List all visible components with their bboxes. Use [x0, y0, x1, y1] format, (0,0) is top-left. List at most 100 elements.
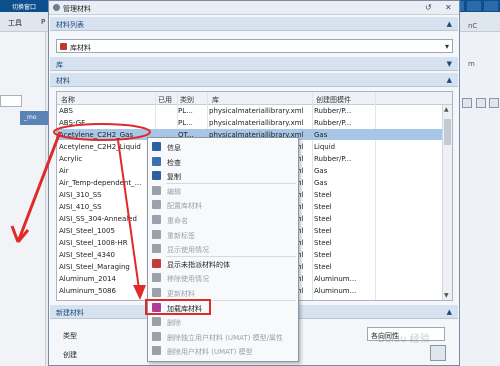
unassigned-bodies-icon [152, 258, 161, 268]
cell-template: Gas [314, 179, 328, 187]
new-material-title: 新建材料 [56, 309, 84, 317]
reset-icon[interactable]: ↺ [425, 3, 432, 12]
context-menu-label: 移除使用情况 [167, 275, 209, 284]
context-menu-item[interactable]: 配置库材料 [148, 198, 298, 211]
cell-name: AISI_Steel_Maraging [59, 263, 130, 271]
cell-name: Acetylene_C2H2_Gas [59, 131, 134, 139]
context-menu-item[interactable]: 显示未指派材料的体 [148, 257, 298, 270]
context-menu-item[interactable]: 重新标签 [148, 228, 298, 241]
relabel-icon [152, 229, 161, 239]
cell-name: Aluminum_5086 [59, 287, 116, 295]
cell-template: Steel [314, 239, 332, 247]
context-menu-label: 复制 [167, 173, 181, 182]
table-row[interactable]: ABS-GF PL... physicalmateriallibrary.xml Ru… [57, 117, 442, 128]
table-row[interactable]: ABS PL... physicalmateriallibrary.xml Rubbe… [57, 105, 442, 116]
cell-name: AISI_SS_304-Annealed [59, 215, 137, 223]
cell-template: Rubber/P... [314, 107, 352, 115]
context-menu-item[interactable]: 编辑 [148, 184, 298, 197]
context-menu-label: 配置库材料 [167, 202, 202, 211]
menu-p[interactable]: P [41, 18, 45, 26]
scroll-down-icon[interactable]: ▼ [444, 292, 449, 299]
close-button[interactable] [484, 1, 498, 11]
column-name[interactable]: 名称 [61, 95, 75, 105]
right-text-2: m [468, 60, 475, 68]
context-menu-label: 信息 [167, 144, 181, 152]
scroll-up-icon[interactable]: ▲ [444, 106, 449, 113]
context-menu-item[interactable]: 重命名 [148, 213, 298, 226]
left-dropdown[interactable] [0, 95, 22, 107]
right-text-1: nC [468, 22, 478, 30]
cell-name: AISI_310_SS [59, 191, 102, 199]
cell-category: PL... [178, 119, 193, 127]
column-category[interactable]: 类别 [180, 95, 194, 105]
column-library[interactable]: 库 [212, 95, 219, 105]
context-menu-label: 显示使用情况 [167, 246, 209, 255]
delete-umat-icon [152, 331, 161, 341]
maximize-button[interactable] [467, 1, 481, 11]
cell-template: Liquid [314, 143, 336, 151]
app-title: 切换窗口 [12, 4, 37, 11]
cell-name: AISI_410_SS [59, 203, 102, 211]
gear-icon[interactable] [53, 4, 60, 11]
collapse-icon: ▲ [446, 308, 452, 316]
context-menu-label: 编辑 [167, 187, 181, 196]
context-menu-item[interactable]: 移除使用情况 [148, 271, 298, 284]
copy-icon [152, 171, 161, 181]
context-menu-item[interactable]: 删除用户材料 (UMAT) 模型 [148, 344, 298, 357]
part-tab-label: _mo [24, 114, 37, 121]
scrollbar-thumb[interactable] [444, 119, 451, 145]
cell-name: Acrylic [59, 155, 83, 163]
context-menu-label: 删除用户材料 (UMAT) 模型 [167, 348, 253, 357]
cell-template: Rubber/P... [314, 155, 352, 163]
info-icon [152, 142, 161, 151]
right-panel [460, 32, 500, 366]
usage-icon [152, 244, 161, 254]
cell-name: Aluminum_2014 [59, 275, 116, 283]
cell-name: Air [59, 167, 69, 175]
material-list-header[interactable]: 材料列表 ▲ [50, 17, 458, 31]
library-combo[interactable]: 库材料 ▾ [56, 39, 453, 53]
cell-name: ABS [59, 107, 73, 115]
cell-template: Aluminum... [314, 275, 357, 283]
cell-template: Gas [314, 167, 328, 175]
cell-template: Rubber/P... [314, 119, 352, 127]
context-menu-label: 删除 [167, 319, 181, 328]
cell-template: Aluminum... [314, 287, 357, 295]
cell-name: AISI_Steel_1005 [59, 227, 115, 235]
library-section-header[interactable]: 库 ▼ [50, 57, 458, 71]
context-menu-label: 显示未指派材料的体 [167, 260, 230, 269]
menu-tools[interactable]: 工具 [8, 18, 22, 28]
cell-name: Air_Temp-dependent_... [59, 179, 142, 187]
context-menu-item[interactable]: 删除独立用户材料 (UMAT) 模型/属性 [148, 330, 298, 343]
context-menu-label: 重命名 [167, 217, 188, 225]
material-list-title: 材料列表 [56, 21, 84, 29]
close-icon[interactable]: ✕ [445, 3, 452, 12]
type-label: 类型 [63, 332, 77, 340]
edit-icon [152, 185, 161, 195]
create-material-button[interactable] [430, 345, 446, 361]
column-template[interactable]: 创建图模件 [316, 95, 351, 105]
context-menu-item[interactable]: 检查 [148, 155, 298, 168]
context-menu-item[interactable]: 复制 [148, 169, 298, 182]
context-menu-item[interactable]: 删除 [148, 315, 298, 328]
context-menu-item[interactable]: 更新材料 [148, 286, 298, 299]
table-header: 名称 已用 类别 库 创建图模件 [57, 92, 452, 105]
toolbar-icon[interactable] [476, 98, 486, 108]
toolbar-icon[interactable] [462, 98, 472, 108]
table-scrollbar[interactable]: ▲ ▼ [442, 105, 452, 300]
context-menu-item[interactable]: 信息 [148, 140, 298, 153]
context-menu: 信息检查复制编辑配置库材料重命名重新标签显示使用情况显示未指派材料的体 移除使用情… [145, 137, 299, 362]
rename-icon [152, 215, 161, 224]
configure-icon [152, 200, 161, 210]
cell-category: PL... [178, 107, 193, 115]
update-icon [152, 288, 161, 297]
column-used[interactable]: 已用 [158, 95, 172, 105]
materials-section-header[interactable]: 材料 ▲ [50, 73, 458, 87]
toolbar-icon[interactable] [489, 98, 499, 108]
context-menu-item[interactable]: 加载库材料 [145, 298, 298, 315]
watermark: Baidu 经验 [378, 334, 430, 345]
library-icon [60, 43, 67, 50]
cell-template: Steel [314, 251, 332, 259]
context-menu-item[interactable]: 显示使用情况 [148, 242, 298, 255]
dialog-titlebar: 管理材料 ↺ ✕ [49, 1, 459, 15]
